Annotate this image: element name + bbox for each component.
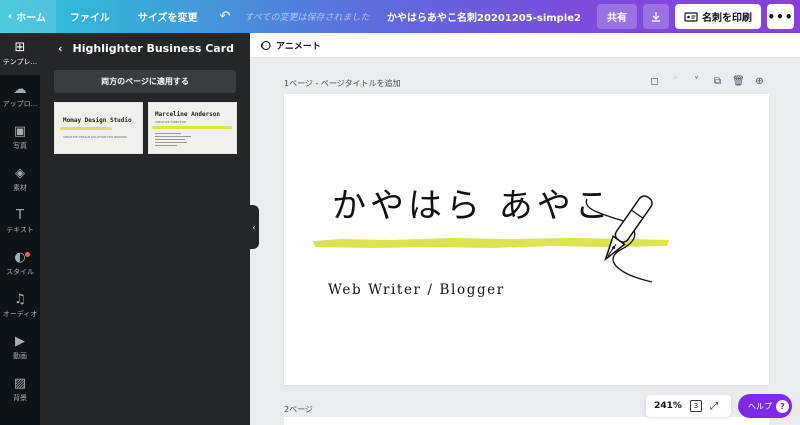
panel-title: Highlighter Business Card bbox=[72, 41, 234, 55]
rail-item-photos[interactable]: ▣ 写真 bbox=[0, 117, 40, 159]
template-icon: ⊞ bbox=[14, 40, 26, 55]
template-thumbnail-front[interactable]: Momay Design Studio CREATIVE DESIGN SOLU… bbox=[54, 102, 143, 154]
background-icon: ▨ bbox=[13, 376, 27, 391]
notification-dot bbox=[25, 252, 30, 257]
add-page-icon[interactable]: ⊕ bbox=[753, 76, 766, 87]
fullscreen-icon[interactable]: ⤢ bbox=[710, 401, 718, 412]
rail-item-audio[interactable]: ♫ オーディオ bbox=[0, 285, 40, 327]
style-icon: ◐ bbox=[14, 250, 26, 265]
rail-item-uploads[interactable]: ☁ アップロ... bbox=[0, 75, 40, 117]
apply-both-pages-button[interactable]: 両方のページに適用する bbox=[54, 70, 236, 93]
rail-label: テキスト bbox=[6, 226, 34, 234]
thumbnail-highlight bbox=[152, 126, 232, 129]
animate-icon bbox=[260, 40, 271, 50]
rail-label: 動画 bbox=[13, 352, 27, 360]
move-up-icon[interactable]: ˄ bbox=[669, 76, 682, 87]
elements-icon: ◈ bbox=[15, 166, 25, 181]
rail-label: 背景 bbox=[13, 394, 27, 402]
thumbnail-subtitle: CREATIVE DIRECTOR bbox=[155, 120, 187, 124]
print-button[interactable]: 名刺を印刷 bbox=[675, 4, 761, 29]
download-icon[interactable] bbox=[643, 4, 669, 29]
home-button[interactable]: ‹ ホーム bbox=[0, 0, 56, 33]
zoom-controls: 241% 3 ⤢ bbox=[646, 395, 731, 417]
template-panel: ‹ Highlighter Business Card 両方のページに適用する … bbox=[40, 33, 250, 425]
rail-label: アップロ... bbox=[2, 100, 38, 108]
rail-item-styles[interactable]: ◐ スタイル bbox=[0, 243, 40, 285]
help-label: ヘルプ bbox=[748, 401, 772, 411]
template-thumbnails: Momay Design Studio CREATIVE DESIGN SOLU… bbox=[54, 102, 250, 154]
thumbnail-title: Momay Design Studio bbox=[63, 117, 132, 124]
panel-header: ‹ Highlighter Business Card bbox=[40, 33, 250, 63]
photo-icon: ▣ bbox=[13, 124, 27, 139]
card-subtitle-text[interactable]: Web Writer / Blogger bbox=[328, 282, 505, 298]
print-label: 名刺を印刷 bbox=[702, 13, 752, 24]
collapse-panel-button[interactable]: ‹ bbox=[249, 205, 259, 249]
rail-item-templates[interactable]: ⊞ テンプレ... bbox=[0, 33, 40, 75]
rail-label: 写真 bbox=[13, 142, 27, 150]
rail-label: スタイル bbox=[6, 268, 34, 276]
home-label: ホーム bbox=[16, 13, 46, 24]
thumbnail-title: Marceline Anderson bbox=[155, 111, 221, 118]
rail-item-background[interactable]: ▨ 背景 bbox=[0, 369, 40, 411]
duplicate-icon[interactable]: ⧉ bbox=[711, 76, 724, 87]
move-down-icon[interactable]: ˅ bbox=[690, 76, 703, 87]
thumbnail-contact-lines bbox=[155, 133, 191, 146]
zoom-level[interactable]: 241% bbox=[646, 401, 690, 411]
rail-label: オーディオ bbox=[2, 310, 38, 318]
help-icon: ? bbox=[776, 399, 789, 413]
rail-item-video[interactable]: ▶ 動画 bbox=[0, 327, 40, 369]
help-button[interactable]: ヘルプ ? bbox=[738, 394, 792, 418]
upload-icon: ☁ bbox=[13, 82, 27, 97]
thumbnail-subtitle: CREATIVE DESIGN SOLUTION FOR BRANDS bbox=[63, 135, 127, 139]
business-card-icon bbox=[684, 11, 698, 22]
editor-toolbar: アニメート bbox=[250, 33, 800, 58]
note-icon[interactable]: ◻ bbox=[648, 76, 661, 87]
more-options-button[interactable]: ••• bbox=[767, 4, 794, 29]
text-icon: T bbox=[16, 208, 24, 223]
top-bar: ‹ ホーム ファイル サイズを変更 ↶ すべての変更は保存されました かやはらあ… bbox=[0, 0, 800, 33]
video-icon: ▶ bbox=[15, 334, 25, 349]
template-thumbnail-back[interactable]: Marceline Anderson CREATIVE DIRECTOR bbox=[148, 102, 237, 154]
rail-item-elements[interactable]: ◈ 素材 bbox=[0, 159, 40, 201]
thumbnail-highlight bbox=[60, 127, 112, 130]
page-2-label[interactable]: 2ページ bbox=[284, 404, 313, 415]
audio-icon: ♫ bbox=[14, 292, 26, 307]
document-title[interactable]: かやはらあやこ名刺20201205-simple2 bbox=[387, 9, 591, 24]
back-chevron-icon[interactable]: ‹ bbox=[58, 42, 63, 55]
page-1-label[interactable]: 1ページ - ページタイトルを追加 bbox=[284, 78, 401, 89]
page-count-icon[interactable]: 3 bbox=[690, 400, 702, 412]
design-page-2[interactable] bbox=[284, 417, 769, 425]
save-status: すべての変更は保存されました bbox=[244, 13, 370, 23]
chevron-left-icon: ‹ bbox=[8, 11, 13, 22]
card-name-text[interactable]: かやはら あやこ bbox=[332, 178, 613, 227]
share-button[interactable]: 共有 bbox=[597, 4, 637, 29]
rail-label: 素材 bbox=[13, 184, 27, 192]
rail-item-text[interactable]: T テキスト bbox=[0, 201, 40, 243]
undo-icon[interactable]: ↶ bbox=[212, 9, 239, 24]
design-page-1[interactable]: かやはら あやこ Web Writer / Blogger bbox=[284, 94, 769, 385]
file-menu[interactable]: ファイル bbox=[56, 0, 124, 33]
page-tools: ◻ ˄ ˅ ⧉ 🗑 ⊕ bbox=[648, 76, 766, 87]
rail-label: テンプレ... bbox=[2, 58, 38, 66]
animate-button[interactable]: アニメート bbox=[276, 39, 321, 52]
delete-icon[interactable]: 🗑 bbox=[732, 76, 745, 87]
side-rail: ⊞ テンプレ... ☁ アップロ... ▣ 写真 ◈ 素材 T テキスト ◐ ス… bbox=[0, 33, 40, 425]
resize-menu[interactable]: サイズを変更 bbox=[124, 0, 212, 33]
fountain-pen-icon[interactable] bbox=[582, 184, 662, 289]
